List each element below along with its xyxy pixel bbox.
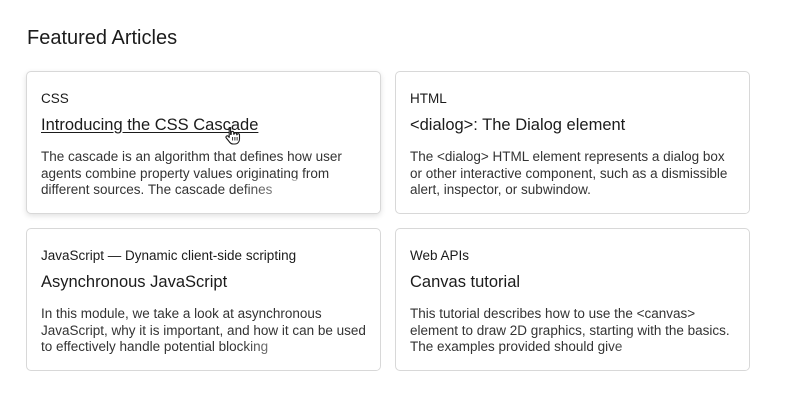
article-category: JavaScript — Dynamic client-side scripti… bbox=[41, 248, 297, 263]
section-heading: Featured Articles bbox=[27, 27, 178, 49]
article-category: HTML bbox=[410, 91, 447, 106]
article-description: In this module, we take a look at asynch… bbox=[41, 306, 366, 354]
article-title-link[interactable]: <dialog>: The Dialog element bbox=[410, 114, 735, 136]
article-description: This tutorial describes how to use the <… bbox=[410, 306, 730, 354]
article-card-canvas-tutorial[interactable]: Web APIs Canvas tutorial This tutorial d… bbox=[395, 228, 750, 371]
articles-grid: CSS Introducing the CSS Cascade The casc… bbox=[26, 71, 750, 371]
article-description: The <dialog> HTML element represents a d… bbox=[410, 149, 728, 197]
article-title-link[interactable]: Asynchronous JavaScript bbox=[41, 271, 366, 293]
article-card-css-cascade[interactable]: CSS Introducing the CSS Cascade The casc… bbox=[26, 71, 381, 214]
article-category: CSS bbox=[41, 91, 69, 106]
article-title-link[interactable]: Canvas tutorial bbox=[410, 271, 735, 293]
featured-articles-page: Featured Articles CSS Introducing the CS… bbox=[0, 0, 793, 402]
article-card-async-javascript[interactable]: JavaScript — Dynamic client-side scripti… bbox=[26, 228, 381, 371]
article-title-link[interactable]: Introducing the CSS Cascade bbox=[41, 114, 366, 136]
article-card-dialog-element[interactable]: HTML <dialog>: The Dialog element The <d… bbox=[395, 71, 750, 214]
article-category: Web APIs bbox=[410, 248, 470, 263]
article-description: The cascade is an algorithm that defines… bbox=[41, 149, 342, 197]
